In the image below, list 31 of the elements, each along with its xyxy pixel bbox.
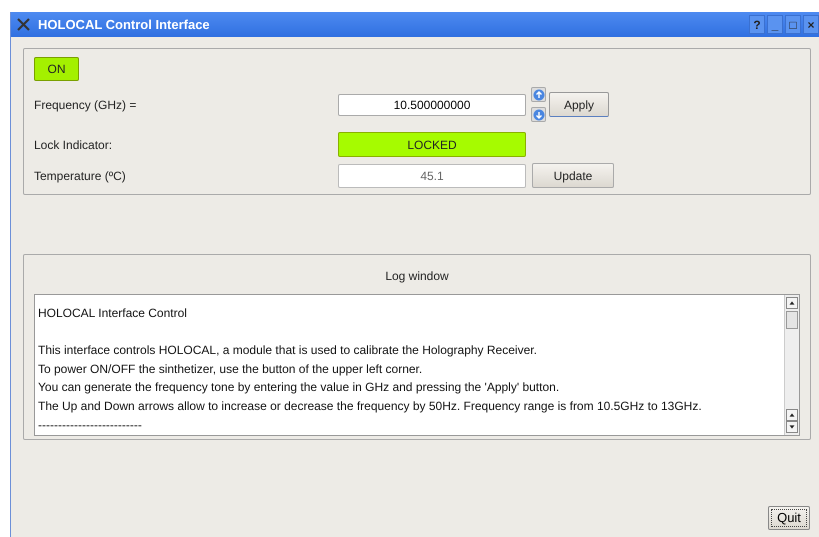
frequency-label: Frequency (GHz) = — [34, 96, 138, 114]
temperature-field[interactable]: 45.1 — [338, 164, 526, 188]
lock-label: Lock Indicator: — [34, 136, 114, 154]
frequency-field[interactable]: 10.500000000 — [338, 94, 526, 116]
log-line: -------------------------- — [38, 418, 142, 432]
quit-button[interactable]: Quit — [768, 506, 810, 530]
up-arrow-button[interactable] — [531, 87, 546, 102]
update-button[interactable]: Update — [532, 163, 614, 188]
scrollbar-thumb[interactable] — [786, 311, 798, 329]
down-arrow-button[interactable] — [531, 107, 546, 122]
power-button[interactable]: ON — [34, 57, 79, 81]
scroll-down-icon[interactable] — [786, 421, 798, 433]
log-line: To power ON/OFF the sinthetizer, use the button of the upper left corner. — [38, 362, 422, 376]
temperature-label: Temperature (ºC) — [34, 168, 127, 184]
window-title: HOLOCAL Control Interface — [38, 16, 210, 34]
apply-button[interactable]: Apply — [549, 92, 609, 117]
title-bar-button[interactable]: ? — [749, 15, 765, 34]
log-line: This interface controls HOLOCAL, a module that is used to calibrate the Holography Receiver. — [38, 343, 537, 358]
log-line: The Up and Down arrows allow to increase or decrease the frequency by 50Hz. Frequency range is from 10.5GHz to 13GHz. — [38, 398, 702, 413]
scroll-up-icon[interactable] — [786, 297, 798, 309]
log-text-area[interactable] — [34, 294, 800, 436]
title-bar-button[interactable]: × — [803, 15, 819, 34]
log-line: You can generate the frequency tone by entering the value in GHz and pressing the 'Apply' button. — [38, 380, 560, 394]
scrollbar[interactable] — [784, 295, 799, 435]
title-bar-button[interactable]: _ — [767, 15, 783, 34]
log-heading: HOLOCAL Interface Control — [38, 306, 187, 320]
log-title: Log window — [385, 268, 449, 285]
x-icon — [17, 18, 30, 31]
lock-indicator: LOCKED — [338, 132, 526, 157]
scroll-up-icon[interactable] — [786, 409, 798, 421]
title-bar-button[interactable]: □ — [785, 15, 801, 34]
